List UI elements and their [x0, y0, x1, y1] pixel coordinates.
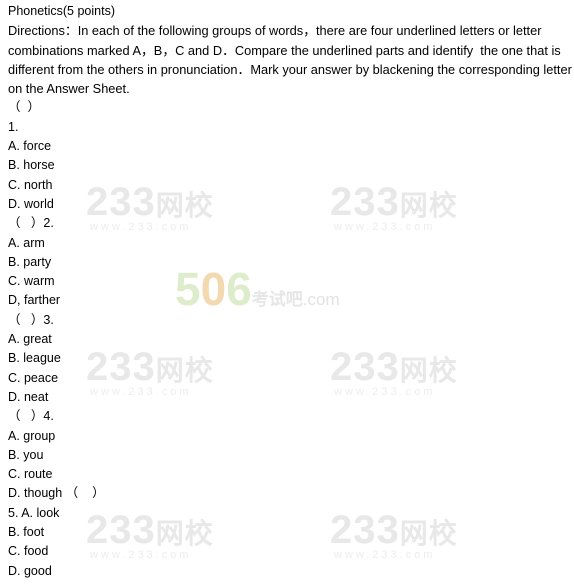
page-title: Phonetics(5 points) [8, 4, 116, 18]
list-item: 5. A. look [8, 505, 60, 520]
document-content: Phonetics(5 points) Directions：In each o… [8, 2, 574, 581]
list-item: A. arm [8, 235, 45, 250]
list-item: C. route [8, 467, 53, 482]
list-item: C. peace [8, 370, 59, 385]
list-item: B. party [8, 254, 52, 269]
list-item: D, farther [8, 293, 61, 308]
directions-paragraph: Directions：In each of the following grou… [8, 23, 572, 97]
list-item: B. you [8, 447, 44, 462]
list-item: A. group [8, 428, 56, 443]
list-item: B. league [8, 351, 61, 366]
list-item: （ ）4. [8, 409, 54, 424]
list-item: （ ） [8, 100, 40, 115]
list-item: 1. [8, 119, 19, 134]
list-item: （ ）2. [8, 216, 54, 231]
list-item: D. good [8, 563, 52, 578]
list-item: B. horse [8, 158, 55, 173]
list-item: A. great [8, 332, 52, 347]
list-item: （ ）3. [8, 312, 54, 327]
document-page: 233网校 www.233.com 233网校 www.233.com 233网… [0, 0, 574, 588]
list-item: D. though （ ） [8, 486, 105, 501]
list-item: D. world [8, 196, 54, 211]
list-item: C. food [8, 544, 49, 559]
list-item: A. force [8, 139, 52, 154]
list-item: D. neat [8, 389, 49, 404]
list-item: C. north [8, 177, 53, 192]
list-item: C. warm [8, 274, 55, 289]
list-item: B. foot [8, 525, 45, 540]
